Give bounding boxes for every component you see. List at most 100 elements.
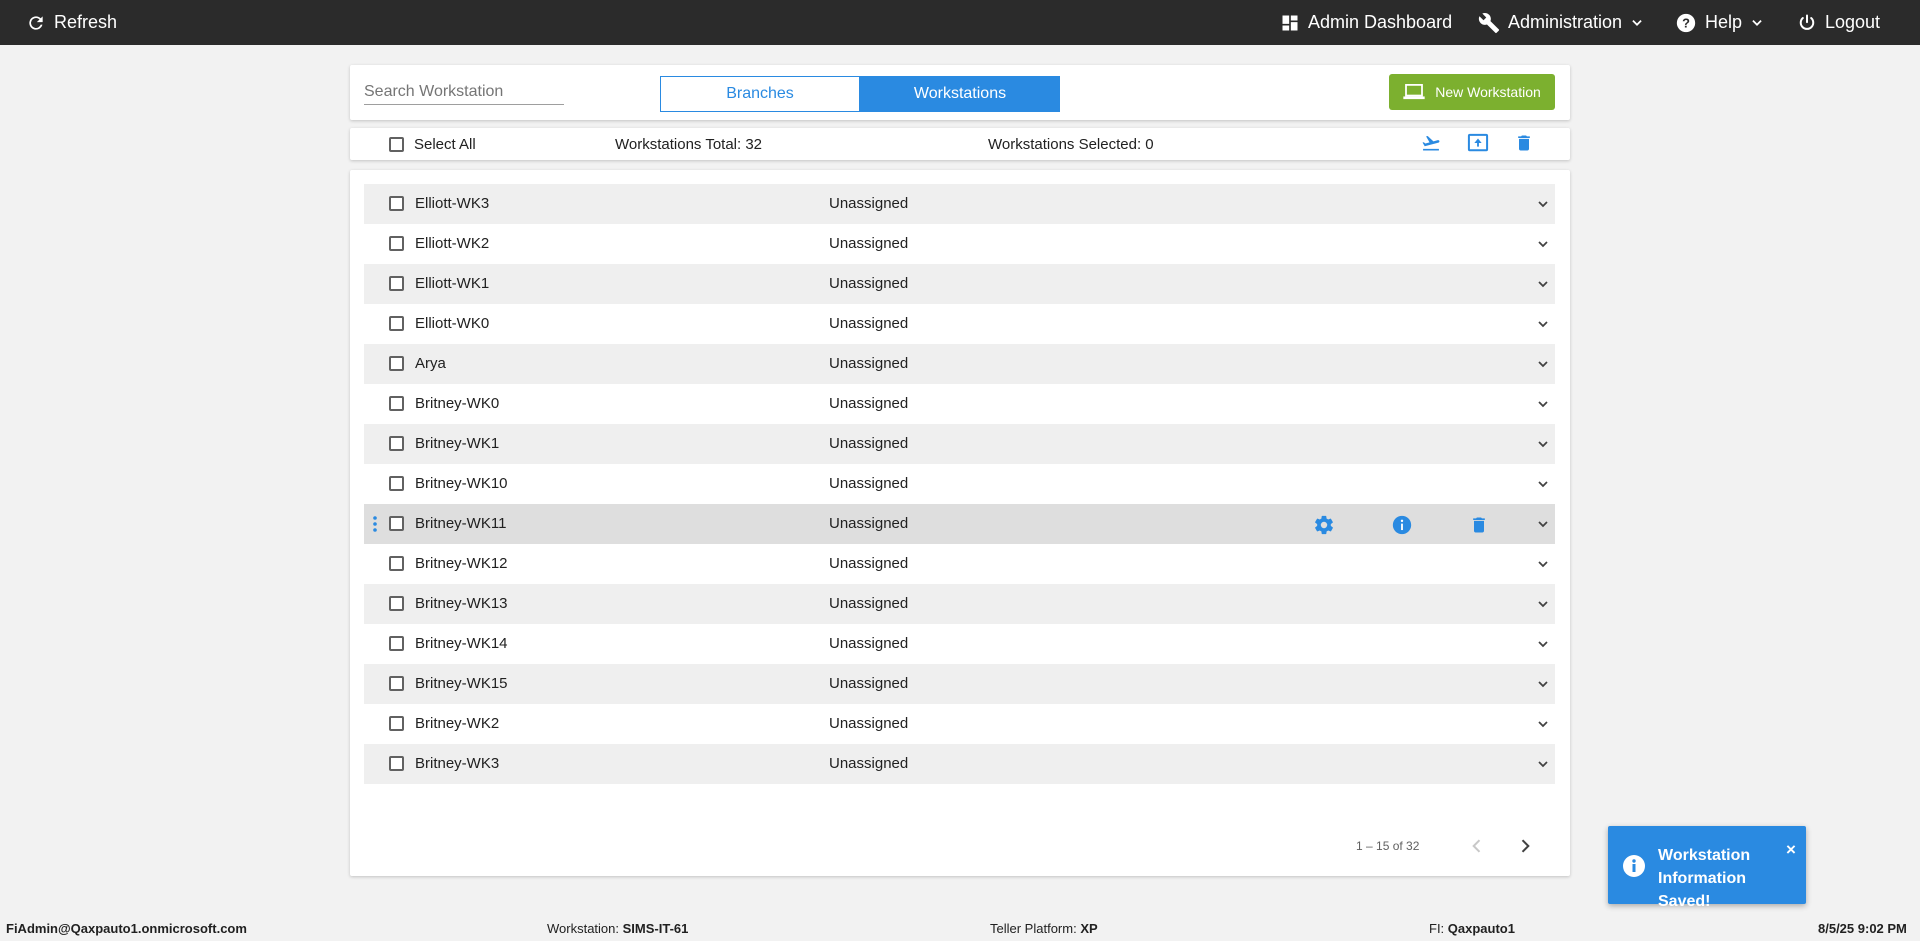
table-row[interactable]: Britney-WK0 Unassigned [364,384,1555,424]
power-icon [1799,14,1815,30]
workstation-status: Unassigned [829,195,909,212]
expand-chevron-icon[interactable] [1535,356,1551,376]
tab-branches[interactable]: Branches [660,76,860,112]
expand-chevron-icon[interactable] [1535,476,1551,496]
administration-menu[interactable]: Administration [1478,0,1644,45]
refresh-button[interactable]: Refresh [26,0,117,45]
chevron-right-icon [1521,839,1530,853]
row-checkbox[interactable] [389,716,404,731]
expand-chevron-icon[interactable] [1535,236,1551,256]
expand-chevron-icon[interactable] [1535,316,1551,336]
logout-button[interactable]: Logout [1797,0,1880,45]
table-row[interactable]: Britney-WK10 Unassigned [364,464,1555,504]
status-platform-value: XP [1080,921,1098,936]
row-checkbox[interactable] [389,476,404,491]
workstation-name: Britney-WK15 [415,675,508,692]
workstation-list: Elliott-WK3 Unassigned Elliott-WK2 Unassign… [364,184,1555,784]
workstation-status: Unassigned [829,475,909,492]
workstations-total: Workstations Total: 32 [615,136,763,153]
row-checkbox[interactable] [389,756,404,771]
table-row[interactable]: Elliott-WK2 Unassigned [364,224,1555,264]
info-icon [1623,855,1645,877]
workstation-status: Unassigned [829,675,909,692]
expand-chevron-icon[interactable] [1535,516,1551,536]
status-fi: FI: Qaxpauto1 [1429,921,1515,936]
row-checkbox[interactable] [389,556,404,571]
expand-chevron-icon[interactable] [1535,676,1551,696]
new-workstation-button[interactable]: New Workstation [1389,74,1555,110]
expand-chevron-icon[interactable] [1535,396,1551,416]
previous-page-button[interactable] [1467,836,1487,860]
workstation-status: Unassigned [829,315,909,332]
expand-chevron-icon[interactable] [1535,596,1551,616]
status-datetime: 8/5/25 9:02 PM [1818,921,1907,936]
expand-chevron-icon[interactable] [1535,196,1551,216]
table-row[interactable]: Elliott-WK1 Unassigned [364,264,1555,304]
table-row[interactable]: Britney-WK14 Unassigned [364,624,1555,664]
table-row[interactable]: Britney-WK15 Unassigned [364,664,1555,704]
top-bar: Refresh Admin Dashboard Administration ?… [0,0,1920,45]
selection-toolbar: Select All Workstations Total: 32 Workst… [350,128,1570,160]
status-platform: Teller Platform: XP [990,921,1098,936]
flight-takeoff-icon[interactable] [1420,133,1442,157]
next-page-button[interactable] [1515,836,1535,860]
workstation-status: Unassigned [829,395,909,412]
workstation-status: Unassigned [829,275,909,292]
expand-chevron-icon[interactable] [1535,276,1551,296]
drag-handle-icon[interactable] [373,515,377,537]
row-checkbox[interactable] [389,516,404,531]
workstation-name: Britney-WK14 [415,635,508,652]
workstation-header-card: Branches Workstations New Workstation [350,65,1570,120]
toast-close-button[interactable]: × [1786,840,1796,860]
workstation-status: Unassigned [829,635,909,652]
table-row[interactable]: Britney-WK13 Unassigned [364,584,1555,624]
table-row[interactable]: Elliott-WK3 Unassigned [364,184,1555,224]
select-all-checkbox[interactable] [389,137,404,152]
chevron-left-icon [1472,839,1481,853]
refresh-label: Refresh [54,12,118,32]
delete-icon[interactable] [1469,514,1489,540]
row-checkbox[interactable] [389,316,404,331]
workstation-name: Britney-WK10 [415,475,508,492]
new-workstation-label: New Workstation [1435,84,1541,100]
expand-chevron-icon[interactable] [1535,436,1551,456]
row-checkbox[interactable] [389,676,404,691]
row-checkbox[interactable] [389,196,404,211]
svg-text:?: ? [1682,15,1690,30]
search-input[interactable] [364,79,564,105]
row-checkbox[interactable] [389,236,404,251]
settings-icon[interactable] [1313,514,1335,540]
row-checkbox[interactable] [389,276,404,291]
expand-chevron-icon[interactable] [1535,716,1551,736]
workstation-status: Unassigned [829,555,909,572]
row-checkbox[interactable] [389,436,404,451]
row-checkbox[interactable] [389,396,404,411]
table-row[interactable]: Britney-WK1 Unassigned [364,424,1555,464]
table-row[interactable]: Britney-WK2 Unassigned [364,704,1555,744]
row-checkbox[interactable] [389,356,404,371]
row-checkbox[interactable] [389,596,404,611]
upload-icon[interactable] [1467,133,1489,157]
workstation-name: Elliott-WK2 [415,235,490,252]
admin-dashboard-label: Admin Dashboard [1308,12,1453,32]
workstation-name: Britney-WK1 [415,435,500,452]
table-row[interactable]: Britney-WK11 Unassigned [364,504,1555,544]
table-row[interactable]: Britney-WK12 Unassigned [364,544,1555,584]
table-row[interactable]: Elliott-WK0 Unassigned [364,304,1555,344]
toast-notification: Workstation Information Saved! × [1608,826,1806,910]
tab-workstations[interactable]: Workstations [860,76,1060,112]
table-row[interactable]: Britney-WK3 Unassigned [364,744,1555,784]
admin-dashboard-link[interactable]: Admin Dashboard [1280,0,1452,45]
expand-chevron-icon[interactable] [1535,756,1551,776]
status-user-text: FiAdmin@Qaxpauto1.onmicrosoft.com [6,921,247,936]
help-icon: ? [1676,13,1696,32]
delete-icon[interactable] [1514,133,1534,157]
help-menu[interactable]: ? Help [1675,0,1764,45]
chevron-down-icon [1752,19,1762,26]
info-icon[interactable] [1391,514,1413,540]
expand-chevron-icon[interactable] [1535,556,1551,576]
select-all[interactable]: Select All [389,136,476,153]
table-row[interactable]: Arya Unassigned [364,344,1555,384]
expand-chevron-icon[interactable] [1535,636,1551,656]
row-checkbox[interactable] [389,636,404,651]
